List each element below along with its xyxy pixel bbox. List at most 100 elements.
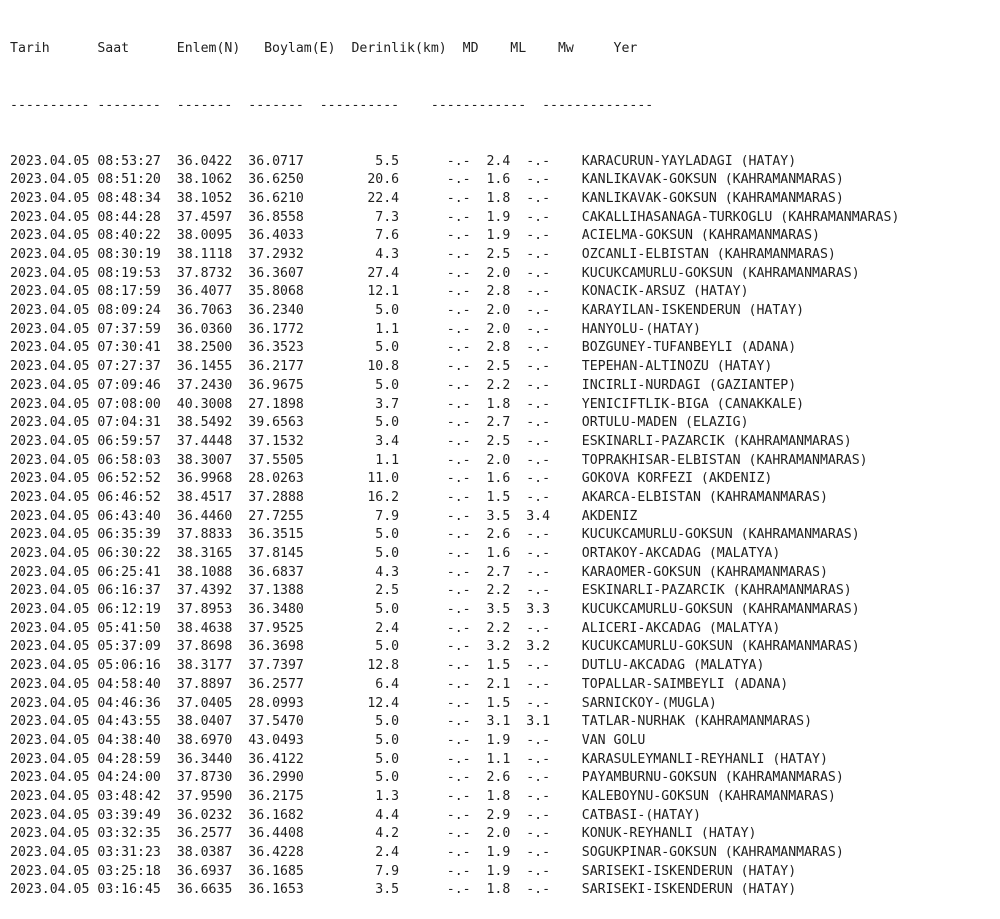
cell-date: 2023.04.05 — [10, 265, 90, 281]
cell-date: 2023.04.05 — [10, 807, 90, 823]
cell-lat: 38.1088 — [176, 564, 233, 580]
cell-place: KARAYILAN-ISKENDERUN (HATAY) — [581, 303, 805, 319]
cell-ml: 2.5 — [486, 359, 511, 375]
cell-ml: 2.9 — [486, 807, 511, 823]
cell-time: 08:44:28 — [97, 209, 161, 225]
cell-md: -.- — [446, 695, 471, 711]
cell-lon: 28.0993 — [248, 695, 304, 711]
cell-md: -.- — [446, 546, 471, 562]
cell-lon: 27.1898 — [248, 396, 304, 412]
cell-ml: 2.8 — [486, 340, 511, 356]
cell-lat: 37.4597 — [176, 209, 233, 225]
table-row: 2023.04.05 06:16:37 37.4392 37.1388 2.5 … — [10, 582, 899, 601]
cell-depth: 2.5 — [375, 583, 400, 599]
cell-lon: 43.0493 — [248, 732, 304, 748]
cell-time: 06:30:22 — [97, 546, 161, 562]
table-row: 2023.04.05 08:40:22 38.0095 36.4033 7.6 … — [10, 227, 899, 246]
cell-mw: -.- — [526, 247, 551, 263]
cell-mw: -.- — [526, 396, 551, 412]
cell-mw: -.- — [526, 695, 551, 711]
cell-mw: -.- — [526, 882, 551, 898]
cell-place: ORTULU-MADEN (ELAZIG) — [581, 415, 749, 431]
table-row: 2023.04.05 04:58:40 37.8897 36.2577 6.4 … — [10, 676, 899, 695]
cell-lat: 37.9590 — [176, 788, 233, 804]
cell-place: KUCUKCAMURLU-GOKSUN (KAHRAMANMARAS) — [581, 639, 860, 655]
cell-place: KANLIKAVAK-GOKSUN (KAHRAMANMARAS) — [581, 172, 844, 188]
cell-time: 04:58:40 — [97, 676, 161, 692]
cell-time: 07:09:46 — [97, 377, 161, 393]
table-row: 2023.04.05 05:06:16 38.3177 37.7397 12.8… — [10, 657, 899, 676]
cell-lat: 36.6635 — [176, 882, 233, 898]
cell-mw: -.- — [526, 415, 551, 431]
cell-lat: 38.4638 — [176, 620, 233, 636]
cell-time: 08:53:27 — [97, 153, 161, 169]
cell-lat: 36.0360 — [176, 321, 233, 337]
separator-derinlik: ---------- — [319, 97, 400, 113]
cell-depth: 27.4 — [367, 265, 400, 281]
cell-date: 2023.04.05 — [10, 303, 90, 319]
cell-depth: 7.6 — [375, 228, 400, 244]
cell-md: -.- — [446, 788, 471, 804]
cell-mw: -.- — [526, 527, 551, 543]
table-row: 2023.04.05 08:44:28 37.4597 36.8558 7.3 … — [10, 209, 899, 228]
cell-md: -.- — [446, 676, 471, 692]
cell-lat: 40.3008 — [176, 396, 233, 412]
cell-lat: 38.0095 — [176, 228, 233, 244]
cell-lon: 36.0717 — [248, 153, 304, 169]
cell-time: 06:59:57 — [97, 433, 161, 449]
cell-time: 06:16:37 — [97, 583, 161, 599]
cell-mw: -.- — [526, 471, 551, 487]
cell-mw: -.- — [526, 807, 551, 823]
cell-lon: 36.3480 — [248, 602, 304, 618]
cell-lon: 37.2932 — [248, 247, 304, 263]
cell-ml: 1.5 — [486, 695, 511, 711]
cell-date: 2023.04.05 — [10, 209, 90, 225]
table-row: 2023.04.05 04:28:59 36.3440 36.4122 5.0 … — [10, 751, 899, 770]
cell-lon: 36.2990 — [248, 770, 304, 786]
cell-ml: 1.9 — [486, 845, 511, 861]
cell-place: TOPRAKHISAR-ELBISTAN (KAHRAMANMARAS) — [581, 452, 868, 468]
cell-place: KARASULEYMANLI-REYHANLI (HATAY) — [581, 751, 828, 767]
cell-place: KONACIK-ARSUZ (HATAY) — [581, 284, 749, 300]
cell-mw: -.- — [526, 751, 551, 767]
cell-depth: 2.4 — [375, 620, 400, 636]
cell-lon: 35.8068 — [248, 284, 304, 300]
earthquake-listing: Tarih Saat Enlem(N) Boylam(E) Derinlik(k… — [10, 3, 899, 919]
cell-place: SARISEKI-ISKENDERUN (HATAY) — [581, 863, 797, 879]
cell-ml: 1.6 — [486, 546, 511, 562]
cell-time: 08:40:22 — [97, 228, 161, 244]
cell-lat: 38.3007 — [176, 452, 233, 468]
cell-place: ESKINARLI-PAZARCIK (KAHRAMANMARAS) — [581, 433, 852, 449]
cell-place: SARISEKI-ISKENDERUN (HATAY) — [581, 882, 797, 898]
cell-ml: 2.5 — [486, 433, 511, 449]
cell-place: PAYAMBURNU-GOKSUN (KAHRAMANMARAS) — [581, 770, 844, 786]
cell-md: -.- — [446, 714, 471, 730]
cell-lat: 36.0232 — [176, 807, 233, 823]
cell-md: -.- — [446, 415, 471, 431]
cell-lat: 38.1062 — [176, 172, 233, 188]
cell-date: 2023.04.05 — [10, 471, 90, 487]
cell-mw: -.- — [526, 340, 551, 356]
cell-mw: -.- — [526, 546, 551, 562]
cell-lat: 37.8698 — [176, 639, 233, 655]
cell-place: ALICERI-AKCADAG (MALATYA) — [581, 620, 781, 636]
cell-mw: -.- — [526, 583, 551, 599]
cell-time: 06:35:39 — [97, 527, 161, 543]
cell-md: -.- — [446, 190, 471, 206]
cell-mw: -.- — [526, 172, 551, 188]
cell-date: 2023.04.05 — [10, 770, 90, 786]
cell-date: 2023.04.05 — [10, 714, 90, 730]
cell-ml: 1.8 — [486, 396, 511, 412]
cell-lat: 37.8730 — [176, 770, 233, 786]
cell-depth: 4.4 — [375, 807, 400, 823]
cell-depth: 6.4 — [375, 676, 400, 692]
cell-lat: 38.3165 — [176, 546, 233, 562]
table-row: 2023.04.05 06:35:39 37.8833 36.3515 5.0 … — [10, 526, 899, 545]
cell-depth: 3.5 — [375, 882, 400, 898]
cell-ml: 1.1 — [486, 751, 511, 767]
cell-lon: 36.1685 — [248, 863, 304, 879]
cell-place: ORTAKOY-AKCADAG (MALATYA) — [581, 546, 781, 562]
cell-date: 2023.04.05 — [10, 153, 90, 169]
cell-lon: 36.2177 — [248, 359, 304, 375]
cell-place: KALEBOYNU-GOKSUN (KAHRAMANMARAS) — [581, 788, 836, 804]
